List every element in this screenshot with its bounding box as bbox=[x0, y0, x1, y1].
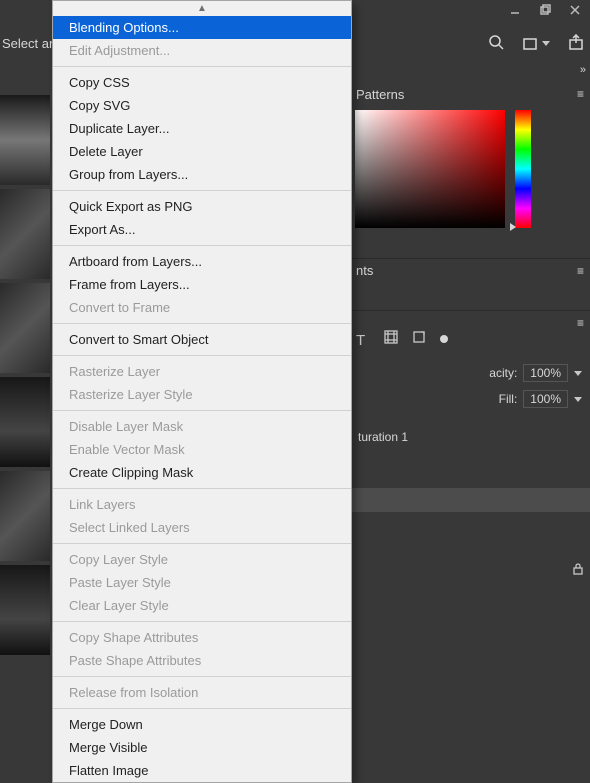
layer-item[interactable]: turation 1 bbox=[350, 424, 590, 450]
menu-separator bbox=[53, 621, 351, 622]
menu-item[interactable]: Merge Visible bbox=[53, 736, 351, 759]
menu-separator bbox=[53, 543, 351, 544]
menu-item: Clear Layer Style bbox=[53, 594, 351, 617]
menu-item[interactable]: Flatten Image bbox=[53, 759, 351, 782]
panel-menu-icon[interactable]: ≡ bbox=[577, 87, 584, 101]
menu-separator bbox=[53, 190, 351, 191]
thumbnail[interactable] bbox=[0, 565, 50, 655]
layer-context-menu: ▲ Blending Options...Edit Adjustment... C… bbox=[52, 0, 352, 783]
hue-pointer-icon[interactable] bbox=[510, 223, 516, 231]
menu-separator bbox=[53, 410, 351, 411]
search-icon[interactable] bbox=[488, 34, 504, 53]
menu-item[interactable]: Merge Down bbox=[53, 713, 351, 736]
menu-item[interactable]: Duplicate Layer... bbox=[53, 117, 351, 140]
hue-slider[interactable] bbox=[515, 110, 531, 228]
menu-item: Select Linked Layers bbox=[53, 516, 351, 539]
tab-fragment[interactable]: nts bbox=[356, 263, 373, 278]
menu-separator bbox=[53, 245, 351, 246]
scroll-up-icon[interactable]: ▲ bbox=[53, 1, 351, 16]
close-button[interactable] bbox=[560, 0, 590, 20]
menu-separator bbox=[53, 355, 351, 356]
menu-item: Release from Isolation bbox=[53, 681, 351, 704]
fill-label: Fill: bbox=[499, 392, 518, 406]
tab-patterns[interactable]: Patterns bbox=[356, 87, 404, 102]
menu-item[interactable]: Quick Export as PNG bbox=[53, 195, 351, 218]
thumbnail[interactable] bbox=[0, 95, 50, 185]
menu-item: Enable Vector Mask bbox=[53, 438, 351, 461]
text-icon[interactable]: T bbox=[356, 332, 370, 346]
menu-item: Paste Layer Style bbox=[53, 571, 351, 594]
menu-separator bbox=[53, 323, 351, 324]
menu-separator bbox=[53, 488, 351, 489]
menu-item: Copy Shape Attributes bbox=[53, 626, 351, 649]
panel-overflow-icon[interactable]: » bbox=[580, 64, 586, 76]
fill-value[interactable]: 100% bbox=[523, 390, 568, 408]
menu-item[interactable]: Copy SVG bbox=[53, 94, 351, 117]
chevron-down-icon[interactable] bbox=[574, 371, 582, 376]
chevron-down-icon[interactable] bbox=[574, 397, 582, 402]
thumbnail[interactable] bbox=[0, 189, 50, 279]
layer-name: turation 1 bbox=[358, 430, 408, 444]
menu-item: Rasterize Layer Style bbox=[53, 383, 351, 406]
frame-icon[interactable] bbox=[384, 330, 398, 347]
menu-item[interactable]: Export As... bbox=[53, 218, 351, 241]
menu-item: Edit Adjustment... bbox=[53, 39, 351, 62]
menu-item[interactable]: Frame from Layers... bbox=[53, 273, 351, 296]
screen-mode-icon[interactable] bbox=[522, 36, 550, 52]
filter-dot-icon[interactable] bbox=[440, 335, 448, 343]
menu-item: Link Layers bbox=[53, 493, 351, 516]
menu-item: Rasterize Layer bbox=[53, 360, 351, 383]
menu-item: Paste Shape Attributes bbox=[53, 649, 351, 672]
thumbnail[interactable] bbox=[0, 377, 50, 467]
menu-item[interactable]: Copy CSS bbox=[53, 71, 351, 94]
menu-item[interactable]: Create Clipping Mask bbox=[53, 461, 351, 484]
lock-icon[interactable] bbox=[572, 563, 584, 578]
menu-item[interactable]: Convert to Smart Object bbox=[53, 328, 351, 351]
opacity-value[interactable]: 100% bbox=[523, 364, 568, 382]
color-field[interactable] bbox=[355, 110, 505, 228]
menu-item[interactable]: Group from Layers... bbox=[53, 163, 351, 186]
panel-menu-icon[interactable]: ≡ bbox=[577, 264, 584, 278]
menu-separator bbox=[53, 708, 351, 709]
opacity-label: acity: bbox=[489, 366, 517, 380]
menu-item[interactable]: Delete Layer bbox=[53, 140, 351, 163]
minimize-button[interactable] bbox=[500, 0, 530, 20]
menu-separator bbox=[53, 676, 351, 677]
menu-item[interactable]: Blending Options... bbox=[53, 16, 351, 39]
share-icon[interactable] bbox=[568, 34, 584, 53]
panel-menu-icon[interactable]: ≡ bbox=[577, 316, 584, 330]
menu-item[interactable]: Artboard from Layers... bbox=[53, 250, 351, 273]
menu-item: Convert to Frame bbox=[53, 296, 351, 319]
menu-item: Copy Layer Style bbox=[53, 548, 351, 571]
artboard-icon[interactable] bbox=[412, 330, 426, 347]
restore-button[interactable] bbox=[530, 0, 560, 20]
layer-selection-bar[interactable] bbox=[350, 488, 590, 512]
thumbnail[interactable] bbox=[0, 283, 50, 373]
layer-lock-tools: T bbox=[356, 330, 448, 347]
history-thumbnails bbox=[0, 95, 50, 655]
thumbnail[interactable] bbox=[0, 471, 50, 561]
menu-item: Disable Layer Mask bbox=[53, 415, 351, 438]
menu-separator bbox=[53, 66, 351, 67]
color-picker[interactable] bbox=[355, 110, 545, 230]
